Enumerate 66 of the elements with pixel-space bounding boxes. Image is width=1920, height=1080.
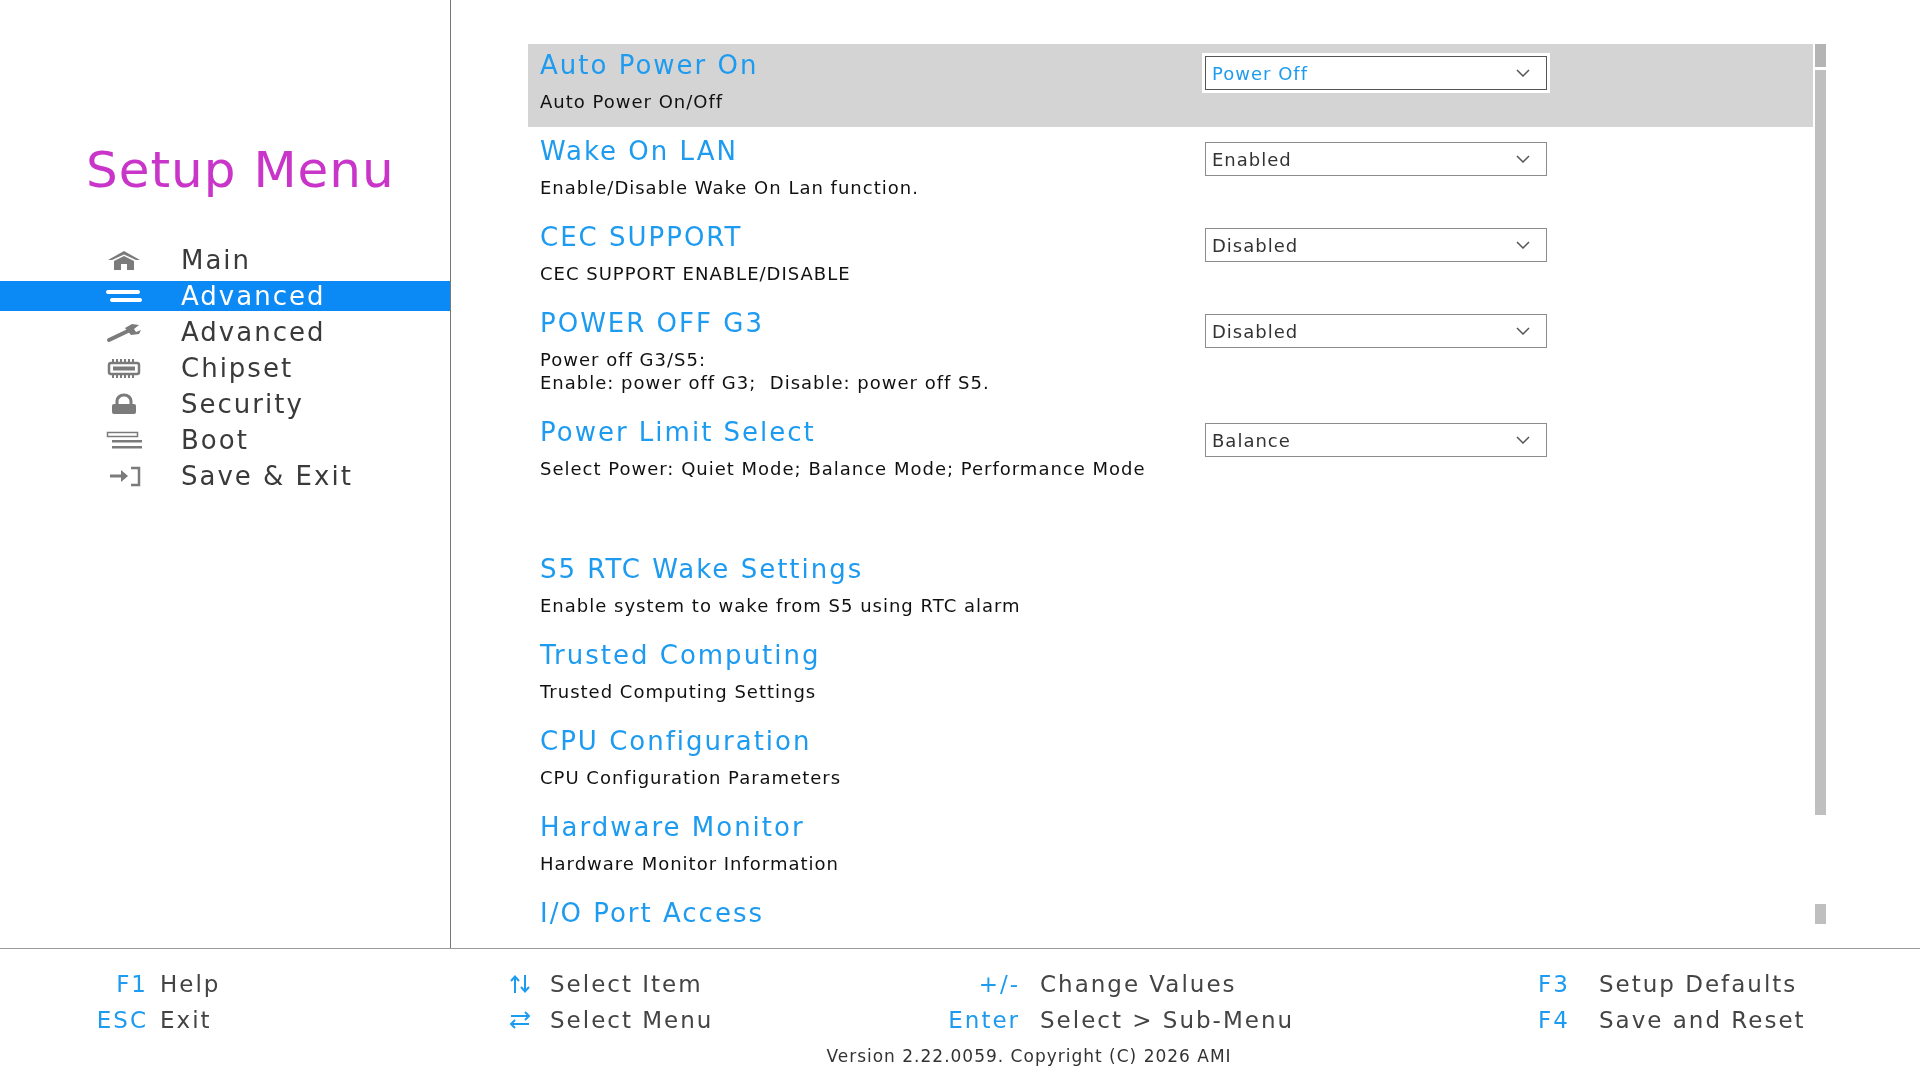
sidebar-title: Setup Menu xyxy=(86,141,395,199)
shortcut-label: Save and Reset xyxy=(1599,1006,1807,1035)
shortcut-label: Setup Defaults xyxy=(1599,970,1799,999)
setting-title: I/O Port Access xyxy=(540,897,765,929)
menu-item[interactable]: Boot xyxy=(0,425,450,455)
setting-row[interactable]: Auto Power On Auto Power On/Off Power Off xyxy=(528,44,1813,127)
value-dropdown[interactable]: Balance xyxy=(1205,423,1547,457)
menu-item[interactable]: Save & Exit xyxy=(0,461,450,491)
setting-description: Trusted Computing Settings xyxy=(540,680,818,703)
scrollbar[interactable] xyxy=(1815,44,1826,924)
setting-row[interactable]: Power Limit Select Select Power: Quiet Mode; Balance Mode; Performance Mode Balance xyxy=(528,411,1813,494)
shortcut-label: Select Item xyxy=(550,970,704,999)
setting-title: POWER OFF G3 xyxy=(540,307,765,339)
setting-description: Select Power: Quiet Mode; Balance Mode; Performance Mode xyxy=(540,457,1147,480)
menu-item[interactable]: Chipset xyxy=(0,353,450,383)
left-right-arrows-icon xyxy=(509,1009,531,1031)
setting-row[interactable]: CPU Configuration CPU Configuration Parameters xyxy=(528,720,1813,803)
shortcut-label: Select > Sub-Menu xyxy=(1039,1006,1296,1035)
shortcut-label: Exit xyxy=(159,1006,213,1035)
chevron-down-icon xyxy=(1516,69,1530,77)
setting-row[interactable]: POWER OFF G3 Power off G3/S5: Enable: power off G3; Disable: power off S5. Disabled xyxy=(528,302,1813,408)
setting-row[interactable]: Hardware Monitor Hardware Monitor Information xyxy=(528,806,1813,889)
setting-description: Enable system to wake from S5 using RTC alarm xyxy=(540,594,1022,617)
setting-row[interactable]: S5 RTC Wake Settings Enable system to wake from S5 using RTC alarm xyxy=(528,548,1813,631)
setting-row[interactable]: Trusted Computing Trusted Computing Settings xyxy=(528,634,1813,717)
chevron-down-icon xyxy=(1516,155,1530,163)
chevron-down-icon xyxy=(1516,327,1530,335)
menu-item[interactable]: Advanced xyxy=(0,281,450,311)
value-dropdown[interactable]: Enabled xyxy=(1205,142,1547,176)
setting-title: Hardware Monitor xyxy=(540,811,806,843)
setting-title: CEC SUPPORT xyxy=(540,221,744,253)
setting-title: S5 RTC Wake Settings xyxy=(540,553,865,585)
shortcut-key: Enter xyxy=(900,1002,1020,1038)
version-text: Version 2.22.0059. Copyright (C) 2026 AMI xyxy=(826,1045,1232,1067)
shortcut-label: Help xyxy=(159,970,222,999)
shortcut-label: Change Values xyxy=(1039,970,1238,999)
setting-row[interactable]: CEC SUPPORT CEC SUPPORT ENABLE/DISABLE Disabled xyxy=(528,216,1813,299)
setting-description: Power off G3/S5: xyxy=(540,348,707,371)
shortcut-key: F1 xyxy=(0,966,148,1002)
menu-item[interactable]: Main xyxy=(0,245,450,275)
menu-item[interactable]: Security xyxy=(0,389,450,419)
stacked-lines-icon xyxy=(106,429,144,451)
setting-title: Power Limit Select xyxy=(540,416,817,448)
chevron-down-icon xyxy=(1516,241,1530,249)
setting-description: Auto Power On/Off xyxy=(540,90,725,113)
value-dropdown[interactable]: Disabled xyxy=(1205,228,1547,262)
up-down-arrows-icon xyxy=(509,973,531,995)
shortcut-key: F3 xyxy=(1538,966,1599,1002)
setting-row[interactable]: Wake On LAN Enable/Disable Wake On Lan function. Enabled xyxy=(528,130,1813,213)
shortcut-label: Select Menu xyxy=(550,1006,715,1035)
setting-description: Hardware Monitor Information xyxy=(540,852,840,875)
setting-description: CEC SUPPORT ENABLE/DISABLE xyxy=(540,262,852,285)
chevron-down-icon xyxy=(1516,436,1530,444)
setting-description: Enable/Disable Wake On Lan function. xyxy=(540,176,920,199)
setting-description: CPU Configuration Parameters xyxy=(540,766,843,789)
setting-title: Trusted Computing xyxy=(540,639,822,671)
setting-title: Auto Power On xyxy=(540,49,760,81)
value-dropdown[interactable]: Disabled xyxy=(1205,314,1547,348)
setting-description: Enable: power off G3; Disable: power off S5. xyxy=(540,371,991,394)
setting-title: CPU Configuration xyxy=(540,725,813,757)
shortcut-key: +/- xyxy=(900,966,1020,1002)
setting-title: Wake On LAN xyxy=(540,135,739,167)
shortcut-key: F4 xyxy=(1538,1002,1599,1038)
wrench-icon xyxy=(106,321,144,343)
shortcut-key: ESC xyxy=(0,1002,148,1038)
menu-item[interactable]: Advanced xyxy=(0,317,450,347)
